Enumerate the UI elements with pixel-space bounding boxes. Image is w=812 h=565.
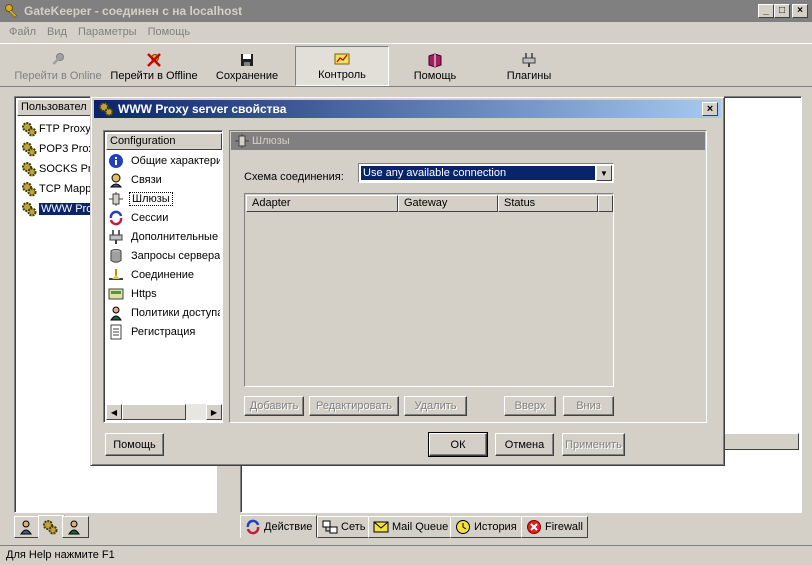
cancel-button[interactable]: Отмена [495,433,554,456]
go-online-button[interactable]: Перейти в Online [10,46,106,86]
dialog-title: WWW Proxy server свойства [118,102,287,116]
tab-action[interactable]: Действие [240,515,318,538]
key-icon [4,3,20,19]
stop-icon [526,519,542,535]
database-icon [108,248,124,264]
user-icon [108,305,124,321]
tree-item-https[interactable]: Https [108,284,220,303]
gateways-panel: Шлюзы Схема соединения: Use any availabl… [229,130,707,423]
tab-users-a[interactable] [14,516,41,538]
properties-dialog: WWW Proxy server свойства × Configuratio… [90,96,725,466]
person-icon [108,172,124,188]
minimize-button[interactable]: _ [758,4,774,18]
tree-item-gateways[interactable]: Шлюзы [108,189,220,208]
move-up-button[interactable]: Вверх [504,396,556,416]
tab-mail-queue[interactable]: Mail Queue [368,516,454,538]
help-toolbar-button[interactable]: Помощь [396,46,474,86]
status-bar: Для Help нажмите F1 [0,545,812,565]
connection-icon [108,267,124,283]
move-down-button[interactable]: Вниз [563,396,614,416]
refresh-icon [245,519,261,535]
plug-icon [521,52,537,68]
go-offline-button[interactable]: Перейти в Offline [106,46,202,86]
https-icon [108,286,124,302]
close-button[interactable]: × [792,4,808,18]
menu-options[interactable]: Параметры [78,26,137,38]
config-tree: Configuration Общие характеристики Связи… [103,130,223,423]
plug-icon [108,229,124,245]
maximize-button[interactable]: □ [774,4,790,18]
scheme-select[interactable]: Use any available connection ▼ [358,163,614,183]
dialog-help-button[interactable]: Помощь [105,433,164,456]
key-icon [50,52,66,68]
edit-button[interactable]: Редактировать [309,396,399,416]
tree-item-links[interactable]: Связи [108,170,220,189]
tree-hscrollbar[interactable]: ◀ ▶ [106,404,222,420]
gears-icon [98,101,114,117]
scroll-right-icon[interactable]: ▶ [206,404,222,420]
column-filler [598,195,613,212]
column-adapter[interactable]: Adapter [246,195,398,212]
column-status[interactable]: Status [498,195,598,212]
tree-item-sessions[interactable]: Сессии [108,208,220,227]
document-icon [108,324,124,340]
menu-view[interactable]: Вид [47,26,67,38]
panel-title: Шлюзы [252,135,290,147]
ok-button[interactable]: ОК [428,432,488,457]
toolbar: Перейти в Online Перейти в Offline Сохра… [0,43,812,87]
monitor-chart-icon [334,51,350,67]
clock-icon [455,519,471,535]
user-icon [66,519,82,535]
gears-icon [21,161,37,177]
envelope-icon [373,519,389,535]
panel-title-bar: Шлюзы [231,132,705,150]
save-button[interactable]: Сохранение [210,46,284,86]
scroll-thumb[interactable] [122,404,186,420]
gears-icon [42,519,58,535]
tree-item-access-policies[interactable]: Политики доступа [108,303,220,322]
tree-item-registration[interactable]: Регистрация [108,322,220,341]
delete-button[interactable]: Удалить [404,396,467,416]
add-button[interactable]: Добавить [244,396,304,416]
menu-help[interactable]: Помощь [148,26,191,38]
main-title-bar: GateKeeper - соединен с на localhost [0,0,812,22]
gears-icon [21,181,37,197]
user-icon [18,519,34,535]
gateway-icon [108,191,124,207]
network-icon [322,519,338,535]
apply-button[interactable]: Применить [562,433,625,456]
config-tree-header[interactable]: Configuration [106,133,222,150]
tab-history[interactable]: История [450,516,522,538]
app-title: GateKeeper - соединен с на localhost [24,4,243,18]
gateways-list[interactable]: Adapter Gateway Status [244,193,614,387]
scheme-select-value: Use any available connection [361,166,595,180]
info-icon [108,153,124,169]
tab-network[interactable]: Сеть [317,516,371,538]
dialog-title-bar: WWW Proxy server свойства × [94,100,721,118]
tree-item-advanced[interactable]: Дополнительные параметры [108,227,220,246]
tab-users-b[interactable] [62,516,89,538]
column-gateway[interactable]: Gateway [398,195,498,212]
tab-firewall[interactable]: Firewall [521,516,588,538]
dialog-close-button[interactable]: × [702,102,718,116]
floppy-icon [239,52,255,68]
chevron-down-icon[interactable]: ▼ [596,165,612,181]
refresh-icon [108,210,124,226]
plugins-button[interactable]: Плагины [490,46,568,86]
control-button[interactable]: Контроль [295,46,389,86]
tab-services[interactable] [38,515,65,538]
key-cross-icon [146,52,162,68]
menu-bar: Файл Вид Параметры Помощь [0,22,812,42]
scroll-left-icon[interactable]: ◀ [106,404,122,420]
tree-item-connection[interactable]: Соединение [108,265,220,284]
gears-icon [21,201,37,217]
tree-item-server-requests[interactable]: Запросы сервера [108,246,220,265]
menu-file[interactable]: Файл [9,26,36,38]
gears-icon [21,141,37,157]
gateway-icon [234,133,250,149]
scheme-label: Схема соединения: [244,171,344,183]
tree-item-general[interactable]: Общие характеристики [108,151,220,170]
gears-icon [21,121,37,137]
book-icon [427,52,443,68]
